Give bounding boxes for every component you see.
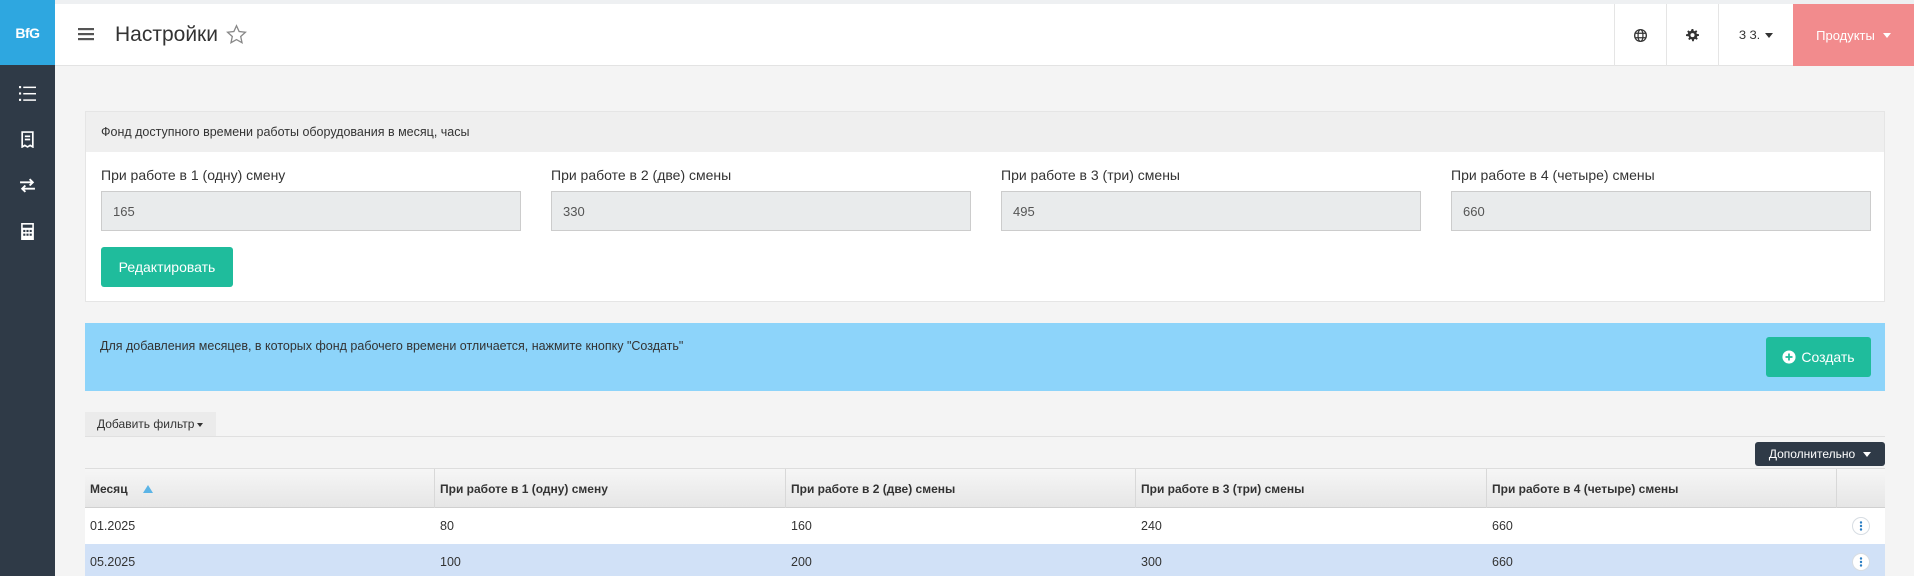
- row-actions: [1837, 508, 1885, 544]
- add-filter-button[interactable]: Добавить фильтр: [85, 412, 216, 436]
- chevron-down-icon: [1765, 32, 1774, 38]
- cell-shift-4: 660: [1492, 555, 1513, 569]
- app-logo[interactable]: BfG: [0, 0, 55, 65]
- column-header-shift-3[interactable]: При работе в 3 (три) смены: [1136, 469, 1487, 508]
- chevron-down-icon: [1882, 32, 1891, 38]
- extra-actions-button[interactable]: Дополнительно: [1755, 442, 1885, 466]
- working-time-panel: Фонд доступного времени работы оборудова…: [85, 111, 1885, 302]
- months-table: Месяц При работе в 1 (одну) смену При ра…: [85, 468, 1885, 576]
- sidebar-item-calculator[interactable]: [0, 208, 55, 254]
- shift-2-label: При работе в 2 (две) смены: [551, 167, 732, 183]
- cell-shift-1: 80: [440, 519, 454, 533]
- cell-shift-3: 240: [1141, 519, 1162, 533]
- top-right-controls: З З. Продукты: [1614, 4, 1914, 66]
- language-button[interactable]: [1614, 4, 1666, 66]
- sidebar-item-exchange[interactable]: [0, 162, 55, 208]
- gear-icon: [1686, 28, 1699, 41]
- column-header-shift-4[interactable]: При работе в 4 (четыре) смены: [1487, 469, 1837, 508]
- shift-2-field: При работе в 2 (две) смены: [551, 167, 971, 231]
- shift-2-input[interactable]: [551, 191, 971, 231]
- column-header-shift-1[interactable]: При работе в 1 (одну) смену: [435, 469, 786, 508]
- shift-3-input[interactable]: [1001, 191, 1421, 231]
- extra-label: Дополнительно: [1768, 447, 1856, 461]
- add-filter-label: Добавить фильтр: [97, 417, 195, 431]
- chevron-down-icon: [197, 422, 204, 427]
- row-menu-button[interactable]: [1852, 553, 1870, 571]
- page-title: Настройки: [115, 23, 218, 46]
- settings-button[interactable]: [1666, 4, 1718, 66]
- globe-icon: [1634, 28, 1647, 42]
- info-alert: Для добавления месяцев, в которых фонд р…: [85, 323, 1885, 391]
- shift-3-field: При работе в 3 (три) смены: [1001, 167, 1421, 231]
- products-menu-button[interactable]: Продукты: [1793, 4, 1914, 66]
- sort-asc-icon: [142, 484, 153, 493]
- row-actions: [1837, 544, 1885, 576]
- column-header-month[interactable]: Месяц: [85, 469, 435, 508]
- table-header: Месяц При работе в 1 (одну) смену При ра…: [85, 468, 1885, 508]
- cell-month: 05.2025: [90, 555, 136, 569]
- shift-4-label: При работе в 4 (четыре) смены: [1451, 167, 1655, 183]
- shift-1-field: При работе в 1 (одну) смену: [101, 167, 521, 231]
- list-icon: [19, 85, 36, 101]
- cell-shift-2: 200: [791, 555, 812, 569]
- panel-title: Фонд доступного времени работы оборудова…: [86, 112, 1884, 152]
- cell-shift-1: 100: [440, 555, 461, 569]
- table-row[interactable]: 05.2025 100 200 300 660: [85, 544, 1885, 576]
- shift-4-field: При работе в 4 (четыре) смены: [1451, 167, 1871, 231]
- cell-shift-3: 300: [1141, 555, 1162, 569]
- cell-shift-4: 660: [1492, 519, 1513, 533]
- column-header-label: Месяц: [90, 481, 128, 496]
- info-text: Для добавления месяцев, в которых фонд р…: [100, 339, 684, 353]
- hamburger-menu-icon[interactable]: [77, 25, 95, 43]
- sidebar-item-list[interactable]: [0, 70, 55, 116]
- kebab-menu-icon: [1859, 521, 1863, 531]
- column-header-actions: [1837, 469, 1885, 508]
- create-button[interactable]: Создать: [1766, 337, 1871, 377]
- shift-fields: При работе в 1 (одну) смену При работе в…: [101, 167, 1871, 237]
- sidebar-item-receipt[interactable]: [0, 116, 55, 162]
- shift-1-input[interactable]: [101, 191, 521, 231]
- table-row[interactable]: 01.2025 80 160 240 660: [85, 508, 1885, 544]
- receipt-icon: [21, 130, 34, 148]
- exchange-icon: [20, 177, 35, 193]
- shift-1-label: При работе в 1 (одну) смену: [101, 167, 286, 183]
- user-name: З З.: [1738, 28, 1761, 42]
- cell-month: 01.2025: [90, 519, 136, 533]
- column-header-shift-2[interactable]: При работе в 2 (две) смены: [786, 469, 1136, 508]
- products-label: Продукты: [1816, 27, 1875, 43]
- filter-divider: [85, 436, 1885, 437]
- top-bar: Настройки З З. Продукты: [55, 0, 1914, 66]
- cell-shift-2: 160: [791, 519, 812, 533]
- user-menu[interactable]: З З.: [1718, 4, 1793, 66]
- create-label: Создать: [1801, 349, 1855, 365]
- shift-4-input[interactable]: [1451, 191, 1871, 231]
- shift-3-label: При работе в 3 (три) смены: [1001, 167, 1180, 183]
- sidebar: BfG: [0, 0, 55, 576]
- edit-button[interactable]: Редактировать: [101, 247, 233, 287]
- row-menu-button[interactable]: [1852, 517, 1870, 535]
- chevron-down-icon: [1863, 452, 1872, 458]
- calculator-icon: [21, 222, 34, 240]
- kebab-menu-icon: [1859, 557, 1863, 567]
- plus-circle-icon: [1782, 350, 1796, 364]
- favorite-star-icon[interactable]: [226, 24, 247, 45]
